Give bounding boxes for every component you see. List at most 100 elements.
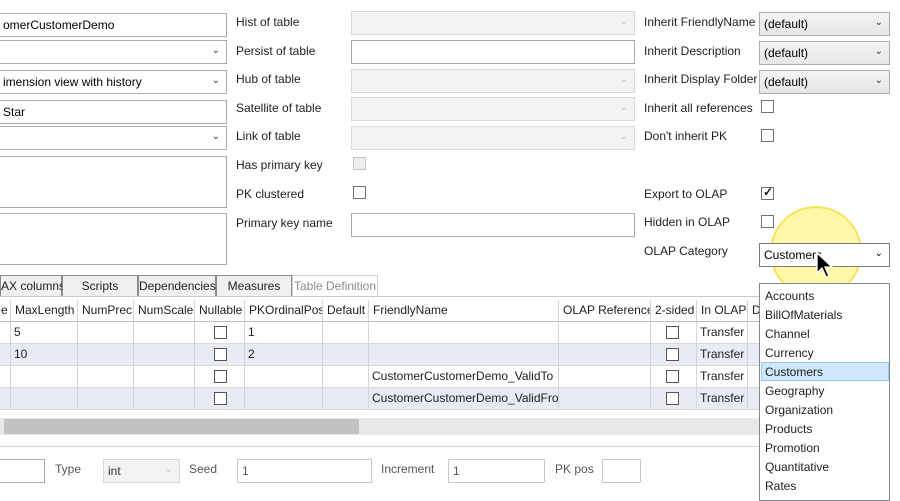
pk-clustered-label: PK clustered bbox=[236, 187, 305, 201]
inherit-desc-value: (default) bbox=[764, 46, 809, 60]
tab-dependencies[interactable]: Dependencies bbox=[138, 275, 216, 296]
chevron-down-icon: ⌄ bbox=[211, 131, 220, 142]
inherit-folder-combo[interactable]: (default) ⌄ bbox=[759, 70, 890, 94]
dropdown-item-currency[interactable]: Currency bbox=[761, 343, 889, 362]
nullable-checkbox[interactable] bbox=[214, 326, 227, 339]
tab-table-definition[interactable]: Table Definition bbox=[292, 275, 378, 296]
dropdown-item-customers[interactable]: Customers bbox=[761, 362, 889, 381]
col-header[interactable]: e bbox=[0, 300, 11, 322]
cell-friendlyname[interactable] bbox=[369, 344, 559, 365]
cell-in-olap[interactable]: Transfer bbox=[697, 344, 748, 365]
col-header-olap-reference[interactable]: OLAP Reference bbox=[559, 300, 651, 322]
link-combo[interactable]: ⌄ bbox=[351, 126, 635, 150]
inherit-friendly-value: (default) bbox=[764, 17, 809, 31]
hub-label: Hub of table bbox=[236, 72, 301, 86]
export-olap-checkbox[interactable]: ✓ bbox=[761, 185, 774, 200]
description-textarea[interactable] bbox=[0, 156, 227, 208]
col-header-maxlength[interactable]: MaxLength bbox=[11, 300, 78, 322]
two-sided-checkbox[interactable] bbox=[666, 392, 679, 405]
dropdown-item-products[interactable]: Products bbox=[761, 419, 889, 438]
col-header-pkordinalpos[interactable]: PKOrdinalPos bbox=[245, 300, 323, 322]
inherit-friendly-label: Inherit FriendlyName bbox=[644, 15, 756, 29]
dropdown-item-accounts[interactable]: Accounts bbox=[761, 286, 889, 305]
star-field[interactable]: Star bbox=[0, 100, 227, 124]
dimension-type-combo[interactable]: imension view with history ⌄ bbox=[0, 70, 227, 94]
col-header-numscale[interactable]: NumScale bbox=[134, 300, 195, 322]
cell-maxlength[interactable] bbox=[11, 366, 78, 387]
cell-in-olap[interactable]: Transfer bbox=[697, 366, 748, 387]
cell-in-olap[interactable]: Transfer bbox=[697, 388, 748, 409]
satellite-label: Satellite of table bbox=[236, 101, 322, 115]
seed-field[interactable]: 1 bbox=[237, 459, 372, 483]
hidden-olap-checkbox[interactable] bbox=[761, 215, 774, 228]
inherit-refs-checkbox[interactable] bbox=[761, 100, 774, 113]
cell-pkpos[interactable] bbox=[245, 366, 323, 387]
dropdown-item-promotion[interactable]: Promotion bbox=[761, 438, 889, 457]
persist-field[interactable] bbox=[351, 40, 635, 64]
dropdown-item-channel[interactable]: Channel bbox=[761, 324, 889, 343]
dropdown-item-organization[interactable]: Organization bbox=[761, 400, 889, 419]
dont-inherit-pk-checkbox[interactable] bbox=[761, 129, 774, 142]
chevron-down-icon: ⌄ bbox=[874, 75, 883, 86]
cell-maxlength[interactable]: 5 bbox=[11, 322, 78, 343]
cell-maxlength[interactable]: 10 bbox=[11, 344, 78, 365]
cell-friendlyname[interactable]: CustomerCustomerDemo_ValidTo bbox=[369, 366, 559, 387]
nullable-checkbox[interactable] bbox=[214, 348, 227, 361]
table-row[interactable]: 10 2 Transfer bbox=[0, 344, 760, 366]
cell-pkpos[interactable] bbox=[245, 388, 323, 409]
chevron-down-icon: ⌄ bbox=[619, 16, 628, 27]
table-name-field[interactable]: omerCustomerDemo bbox=[0, 13, 227, 37]
two-sided-checkbox[interactable] bbox=[666, 326, 679, 339]
horizontal-scrollbar[interactable] bbox=[0, 418, 760, 435]
col-header-numprec[interactable]: NumPrec bbox=[78, 300, 134, 322]
hist-combo[interactable]: ⌄ bbox=[351, 11, 635, 35]
table-row[interactable]: CustomerCustomerDemo_ValidFrom Transfer bbox=[0, 388, 760, 410]
cell-friendlyname[interactable]: CustomerCustomerDemo_ValidFrom bbox=[369, 388, 559, 409]
col-header-friendlyname[interactable]: FriendlyName bbox=[369, 300, 559, 322]
col-header-2-sided[interactable]: 2-sided bbox=[651, 300, 697, 322]
notes-textarea[interactable] bbox=[0, 213, 227, 265]
chevron-down-icon: ⌄ bbox=[211, 75, 220, 86]
col-header-nullable[interactable]: Nullable bbox=[195, 300, 245, 322]
cell-friendlyname[interactable] bbox=[369, 322, 559, 343]
two-sided-checkbox[interactable] bbox=[666, 370, 679, 383]
inherit-desc-label: Inherit Description bbox=[644, 44, 741, 58]
olap-category-dropdown[interactable]: Accounts BillOfMaterials Channel Currenc… bbox=[759, 283, 890, 501]
dropdown-item-billofmaterials[interactable]: BillOfMaterials bbox=[761, 305, 889, 324]
cell-pkpos[interactable]: 1 bbox=[245, 322, 323, 343]
inherit-friendly-combo[interactable]: (default) ⌄ bbox=[759, 12, 890, 36]
dropdown-item-rates[interactable]: Rates bbox=[761, 476, 889, 495]
columns-grid[interactable]: e MaxLength NumPrec NumScale Nullable PK… bbox=[0, 300, 760, 420]
satellite-combo[interactable]: ⌄ bbox=[351, 97, 635, 121]
bottom-left-field[interactable] bbox=[0, 459, 45, 483]
tab-scripts[interactable]: Scripts bbox=[62, 275, 138, 296]
two-sided-checkbox[interactable] bbox=[666, 348, 679, 361]
col-header-in-olap[interactable]: In OLAP bbox=[697, 300, 748, 322]
col-header-default[interactable]: Default bbox=[323, 300, 369, 322]
hub-combo[interactable]: ⌄ bbox=[351, 69, 635, 93]
dropdown-item-quantitative[interactable]: Quantitative bbox=[761, 457, 889, 476]
pk-name-field[interactable] bbox=[351, 213, 635, 237]
schema-combo[interactable]: ⌄ bbox=[0, 40, 227, 64]
pk-clustered-checkbox[interactable] bbox=[353, 186, 366, 199]
increment-field[interactable]: 1 bbox=[448, 459, 545, 483]
table-row[interactable]: 5 1 Transfer bbox=[0, 322, 760, 344]
dropdown-item-geography[interactable]: Geography bbox=[761, 381, 889, 400]
tab-ax-columns[interactable]: AX columns bbox=[0, 275, 65, 296]
pk-pos-field[interactable] bbox=[602, 459, 641, 483]
inherit-desc-combo[interactable]: (default) ⌄ bbox=[759, 41, 890, 65]
nullable-checkbox[interactable] bbox=[214, 370, 227, 383]
has-pk-checkbox[interactable] bbox=[353, 157, 366, 170]
cell-maxlength[interactable] bbox=[11, 388, 78, 409]
chevron-down-icon: ⌄ bbox=[619, 102, 628, 113]
scrollbar-thumb[interactable] bbox=[4, 419, 359, 434]
dont-inherit-pk-label: Don't inherit PK bbox=[644, 129, 727, 143]
table-row[interactable]: CustomerCustomerDemo_ValidTo Transfer bbox=[0, 366, 760, 388]
hidden-olap-label: Hidden in OLAP bbox=[644, 215, 731, 229]
left-combo[interactable]: ⌄ bbox=[0, 126, 227, 150]
nullable-checkbox[interactable] bbox=[214, 392, 227, 405]
type-combo[interactable]: int ⌄ bbox=[103, 459, 180, 483]
cell-in-olap[interactable]: Transfer bbox=[697, 322, 748, 343]
tab-measures[interactable]: Measures bbox=[216, 275, 292, 296]
cell-pkpos[interactable]: 2 bbox=[245, 344, 323, 365]
